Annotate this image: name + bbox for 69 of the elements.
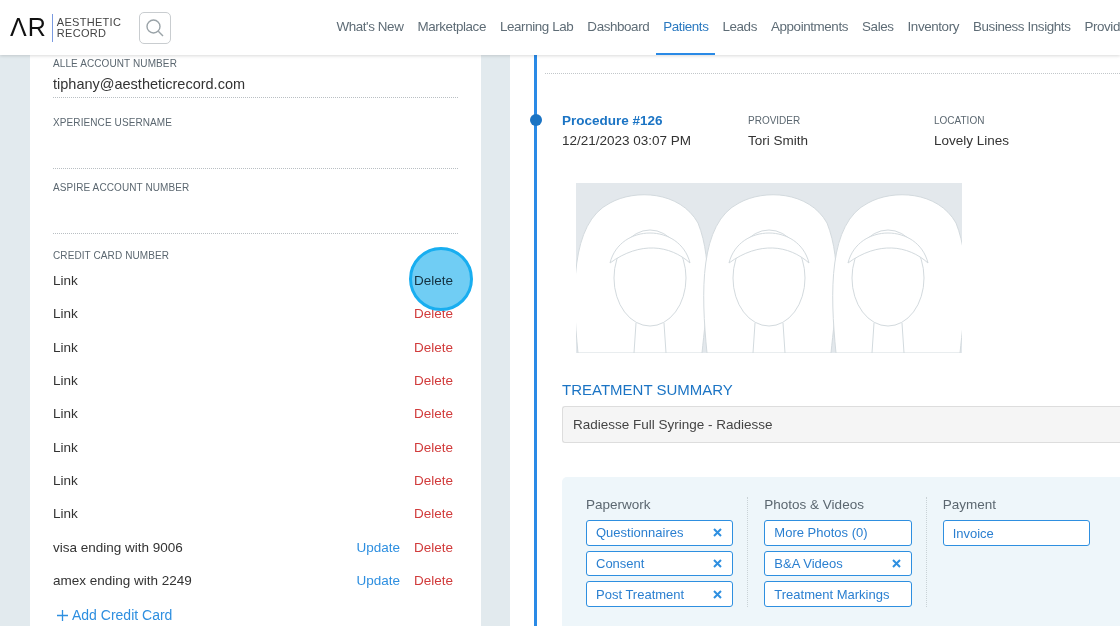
head-drawing[interactable] [576,194,709,353]
provider-label: PROVIDER [748,114,802,128]
delete-link[interactable]: Delete [413,506,453,522]
card-name: Link [53,406,78,422]
provider-name: Tori Smith [748,133,809,148]
treatment-summary-field: Radiesse Full Syringe - Radiesse [562,406,1120,443]
location-name: Lovely Lines [934,133,1011,148]
document-button[interactable]: B&A Videos [764,550,912,577]
input-field[interactable]: tiphany@aestheticrecord.com [53,69,458,98]
logo-text: AESTHETIC RECORD [56,16,122,39]
close-icon[interactable] [891,559,901,568]
delete-link[interactable]: Delete [413,539,453,555]
delete-link[interactable]: Delete [413,472,453,488]
document-button[interactable]: Post Treatment [586,581,734,607]
search-button[interactable] [139,11,172,44]
location-label: LOCATION [934,114,986,128]
document-button[interactable]: Invoice [942,520,1090,546]
document-button[interactable]: Consent [586,550,734,577]
nav-tab[interactable]: Marketplace [410,0,493,55]
timeline-dot [530,114,542,126]
column-title: Photos & Videos [764,497,865,512]
update-link[interactable]: Update [356,572,400,588]
procedure-title[interactable]: Procedure #126 [562,113,748,129]
delete-link[interactable]: Delete [413,373,453,389]
card-name: Link [53,472,78,488]
card-name: Link [53,306,78,322]
card-name: Link [53,506,78,522]
delete-link[interactable]: Delete [413,406,453,422]
logo-mark[interactable]: ΛR [10,15,47,40]
add-credit-card-link[interactable]: Add Credit Card [57,607,173,624]
close-icon[interactable] [713,528,723,538]
card-name: Link [53,339,78,355]
close-icon[interactable] [713,559,723,568]
delete-link[interactable]: Delete [413,339,453,355]
plus-icon [57,609,68,621]
column-title: Payment [942,497,997,512]
field-label: ASPIRE ACCOUNT NUMBER [53,182,191,193]
nav-tab[interactable]: Inventory [900,0,967,55]
search-icon [145,17,166,38]
delete-link[interactable]: Delete [413,439,453,455]
nav-tab[interactable]: Provid [1077,0,1120,55]
field-label: XPERIENCE USERNAME [53,117,174,128]
section-title: TREATMENT SUMMARY [562,381,734,398]
document-button[interactable]: Treatment Markings [764,581,912,607]
column-title: Paperwork [586,497,652,512]
close-icon[interactable] [713,589,723,599]
nav-tab[interactable]: Learning Lab [492,0,581,55]
delete-link[interactable]: Delete [413,273,453,289]
nav-tab[interactable]: Business Insights [966,0,1078,55]
card-name: Link [53,439,78,455]
document-button[interactable]: Questionnaires [586,520,734,546]
document-button[interactable]: More Photos (0) [764,520,912,546]
procedure-date: 12/21/2023 03:07 PM [562,133,693,148]
card-name: Link [53,373,78,389]
head-drawing[interactable] [832,194,962,353]
nav-tab[interactable]: Sales [855,0,901,55]
card-name: Link [53,273,78,289]
field-label: ALLE ACCOUNT NUMBER [53,58,178,69]
delete-link[interactable]: Delete [413,306,453,322]
card-name: amex ending with 2249 [53,572,192,588]
nav-tab[interactable]: Dashboard [580,0,657,55]
head-drawing[interactable] [703,194,838,353]
card-name: visa ending with 9006 [53,539,183,555]
nav-tab[interactable]: Appointments [763,0,856,55]
nav-tab[interactable]: What's New [329,0,411,55]
update-link[interactable]: Update [356,539,400,555]
delete-link[interactable]: Delete [413,572,453,588]
nav-tab[interactable]: Leads [715,0,764,55]
field-label: CREDIT CARD NUMBER [53,250,171,261]
